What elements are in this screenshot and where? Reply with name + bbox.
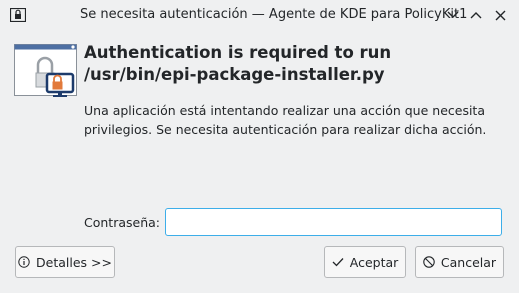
lock-window-icon[interactable] [10,8,26,22]
accept-label: Aceptar [349,254,399,270]
cancel-icon [423,256,435,268]
accept-button[interactable]: Aceptar [324,246,406,278]
password-field[interactable] [165,208,502,236]
security-lock-computer-icon [14,44,77,97]
chevron-down-icon [447,11,459,18]
window-title: Se necesita autenticación — Agente de KD… [80,7,468,22]
password-label: Contraseña: [84,215,160,230]
cancel-label: Cancelar [440,254,497,270]
cancel-button[interactable]: Cancelar [415,246,504,278]
dialog-heading: Authentication is required to run /usr/b… [84,43,392,84]
close-icon [495,10,505,20]
maximize-button[interactable] [466,5,486,25]
info-icon [18,256,30,268]
title-bar[interactable]: Se necesita autenticación — Agente de KD… [0,0,519,30]
details-label: Detalles >> [36,254,112,270]
close-button[interactable] [490,5,510,25]
details-button[interactable]: Detalles >> [15,246,115,278]
chevron-up-icon [470,12,482,19]
dialog-message: Una aplicación está intentando realizar … [84,103,487,137]
minimize-button[interactable] [443,5,463,25]
check-icon [332,258,344,267]
